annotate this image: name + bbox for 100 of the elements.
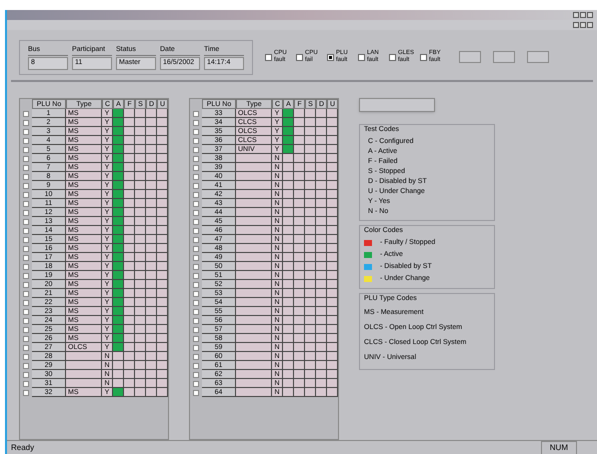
blank-button[interactable] xyxy=(493,51,515,63)
row-checkbox[interactable] xyxy=(23,146,29,152)
row-checkbox[interactable] xyxy=(23,236,29,242)
table-cell xyxy=(236,226,272,235)
row-checkbox[interactable] xyxy=(193,174,199,180)
row-checkbox[interactable] xyxy=(193,120,199,126)
row-checkbox[interactable] xyxy=(193,372,199,378)
table-cell xyxy=(236,271,272,280)
row-checkbox[interactable] xyxy=(193,282,199,288)
checkbox[interactable] xyxy=(358,54,365,60)
row-checkbox[interactable] xyxy=(193,362,199,368)
row-checkbox[interactable] xyxy=(193,156,199,162)
table-cell xyxy=(124,154,135,163)
table-cell xyxy=(305,145,316,154)
checkbox[interactable] xyxy=(296,54,303,60)
table-cell xyxy=(146,343,157,352)
row-checkbox[interactable] xyxy=(23,372,29,378)
table-cell xyxy=(316,379,327,388)
row-checkbox[interactable] xyxy=(193,344,199,350)
checkbox[interactable] xyxy=(265,54,272,60)
row-checkbox[interactable] xyxy=(193,318,199,324)
row-checkbox[interactable] xyxy=(23,290,29,296)
table-cell xyxy=(316,262,327,271)
row-checkbox[interactable] xyxy=(23,192,29,198)
row-checkbox[interactable] xyxy=(193,200,199,206)
row-checkbox[interactable] xyxy=(193,228,199,234)
row-checkbox[interactable] xyxy=(23,272,29,278)
row-checkbox[interactable] xyxy=(23,354,29,360)
row-checkbox[interactable] xyxy=(23,128,29,134)
row-checkbox[interactable] xyxy=(23,282,29,288)
row-checkbox[interactable] xyxy=(23,308,29,314)
row-checkbox[interactable] xyxy=(23,218,29,224)
table-cell xyxy=(305,253,316,262)
table-cell xyxy=(327,118,338,127)
row-checkbox[interactable] xyxy=(193,128,199,134)
status-indicator: NUM xyxy=(540,440,577,454)
row-checkbox[interactable] xyxy=(193,308,199,314)
restore-icon[interactable] xyxy=(580,22,586,28)
row-checkbox[interactable] xyxy=(193,380,199,386)
row-checkbox[interactable] xyxy=(23,344,29,350)
table-cell xyxy=(294,208,305,217)
row-checkbox[interactable] xyxy=(23,264,29,270)
row-checkbox[interactable] xyxy=(23,362,29,368)
row-checkbox[interactable] xyxy=(193,192,199,198)
row-checkbox[interactable] xyxy=(23,210,29,216)
row-checkbox[interactable] xyxy=(23,110,29,116)
row-checkbox[interactable] xyxy=(23,318,29,324)
row-checkbox[interactable] xyxy=(193,110,199,116)
table-cell xyxy=(305,298,316,307)
checkbox[interactable] xyxy=(327,54,334,60)
table-cell xyxy=(327,271,338,280)
row-checkbox[interactable] xyxy=(193,264,199,270)
row-checkbox[interactable] xyxy=(193,390,199,396)
table-cell xyxy=(135,298,146,307)
row-checkbox[interactable] xyxy=(23,246,29,252)
blank-button[interactable] xyxy=(359,98,435,112)
row-checkbox[interactable] xyxy=(193,336,199,342)
row-checkbox[interactable] xyxy=(23,336,29,342)
table-cell xyxy=(236,325,272,334)
row-checkbox[interactable] xyxy=(23,390,29,396)
row-checkbox[interactable] xyxy=(193,300,199,306)
table-cell xyxy=(146,370,157,379)
row-checkbox[interactable] xyxy=(193,210,199,216)
row-checkbox[interactable] xyxy=(23,200,29,206)
row-checkbox[interactable] xyxy=(23,254,29,260)
table-cell xyxy=(146,235,157,244)
row-checkbox[interactable] xyxy=(193,246,199,252)
row-checkbox[interactable] xyxy=(193,290,199,296)
row-checkbox[interactable] xyxy=(193,236,199,242)
row-checkbox[interactable] xyxy=(23,164,29,170)
row-checkbox[interactable] xyxy=(23,120,29,126)
row-checkbox[interactable] xyxy=(23,138,29,144)
blank-button[interactable] xyxy=(527,51,549,63)
row-checkbox[interactable] xyxy=(193,254,199,260)
row-checkbox[interactable] xyxy=(193,182,199,188)
table-cell xyxy=(316,325,327,334)
row-checkbox[interactable] xyxy=(23,174,29,180)
row-checkbox[interactable] xyxy=(23,156,29,162)
table-cell xyxy=(157,217,168,226)
row-checkbox[interactable] xyxy=(23,326,29,332)
row-checkbox[interactable] xyxy=(193,146,199,152)
table-cell xyxy=(305,343,316,352)
table-cell xyxy=(124,163,135,172)
row-checkbox[interactable] xyxy=(193,354,199,360)
checkbox[interactable] xyxy=(420,54,427,60)
blank-button[interactable] xyxy=(459,51,481,63)
row-checkbox[interactable] xyxy=(23,380,29,386)
table-cell xyxy=(316,172,327,181)
row-checkbox[interactable] xyxy=(193,164,199,170)
row-checkbox[interactable] xyxy=(193,218,199,224)
row-checkbox[interactable] xyxy=(193,326,199,332)
maximize-icon[interactable] xyxy=(580,12,586,18)
row-checkbox[interactable] xyxy=(193,138,199,144)
table-cell xyxy=(316,334,327,343)
row-checkbox[interactable] xyxy=(23,182,29,188)
row-checkbox[interactable] xyxy=(193,272,199,278)
row-checkbox[interactable] xyxy=(23,300,29,306)
checkbox[interactable] xyxy=(389,54,396,60)
table-cell xyxy=(66,370,102,379)
row-checkbox[interactable] xyxy=(23,228,29,234)
